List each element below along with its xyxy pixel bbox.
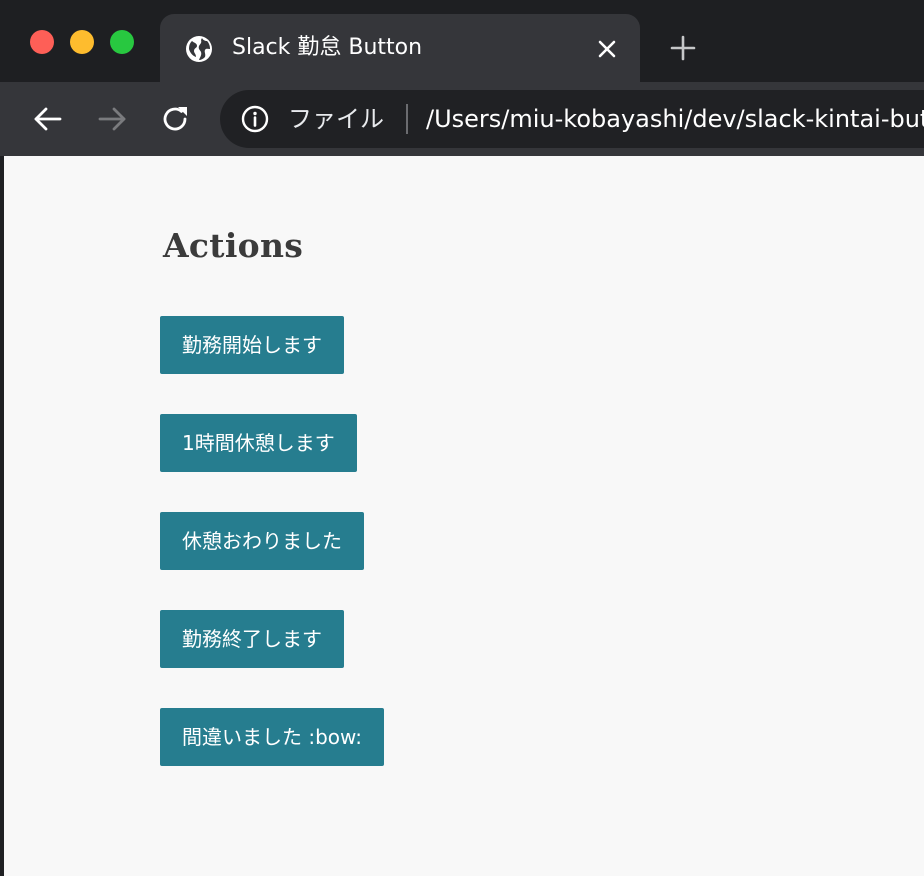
address-bar[interactable]: ファイル /Users/miu-kobayashi/dev/slack-kint… [220, 90, 924, 148]
globe-icon [186, 36, 212, 62]
page-content: Actions 勤務開始します 1時間休憩します 休憩おわりました 勤務終了しま… [4, 156, 924, 876]
zoom-window-button[interactable] [110, 30, 134, 54]
url-text[interactable]: /Users/miu-kobayashi/dev/slack-kintai-bu… [426, 102, 924, 136]
page-title: Actions [163, 226, 304, 265]
tab-strip: Slack 勤怠 Button [0, 0, 924, 82]
toolbar: ファイル /Users/miu-kobayashi/dev/slack-kint… [0, 82, 924, 156]
plus-icon[interactable] [668, 33, 698, 63]
arrow-right-icon[interactable] [96, 102, 130, 136]
one-hour-break-button[interactable]: 1時間休憩します [160, 414, 357, 472]
info-icon[interactable] [240, 104, 270, 134]
start-work-button[interactable]: 勤務開始します [160, 316, 344, 374]
tab-title: Slack 勤怠 Button [232, 35, 423, 60]
mistake-button[interactable]: 間違いました :bow: [160, 708, 385, 766]
end-break-button[interactable]: 休憩おわりました [160, 512, 364, 570]
address-divider [406, 104, 408, 134]
close-icon[interactable] [594, 36, 620, 62]
arrow-left-icon[interactable] [30, 102, 64, 136]
minimize-window-button[interactable] [70, 30, 94, 54]
browser-window: Slack 勤怠 Button ファイル /Users/miu-kobayash… [0, 0, 924, 876]
end-work-button[interactable]: 勤務終了します [160, 610, 344, 668]
file-scheme-label: ファイル [288, 105, 384, 133]
close-window-button[interactable] [30, 30, 54, 54]
tab-active[interactable]: Slack 勤怠 Button [160, 14, 640, 82]
reload-icon[interactable] [158, 102, 192, 136]
